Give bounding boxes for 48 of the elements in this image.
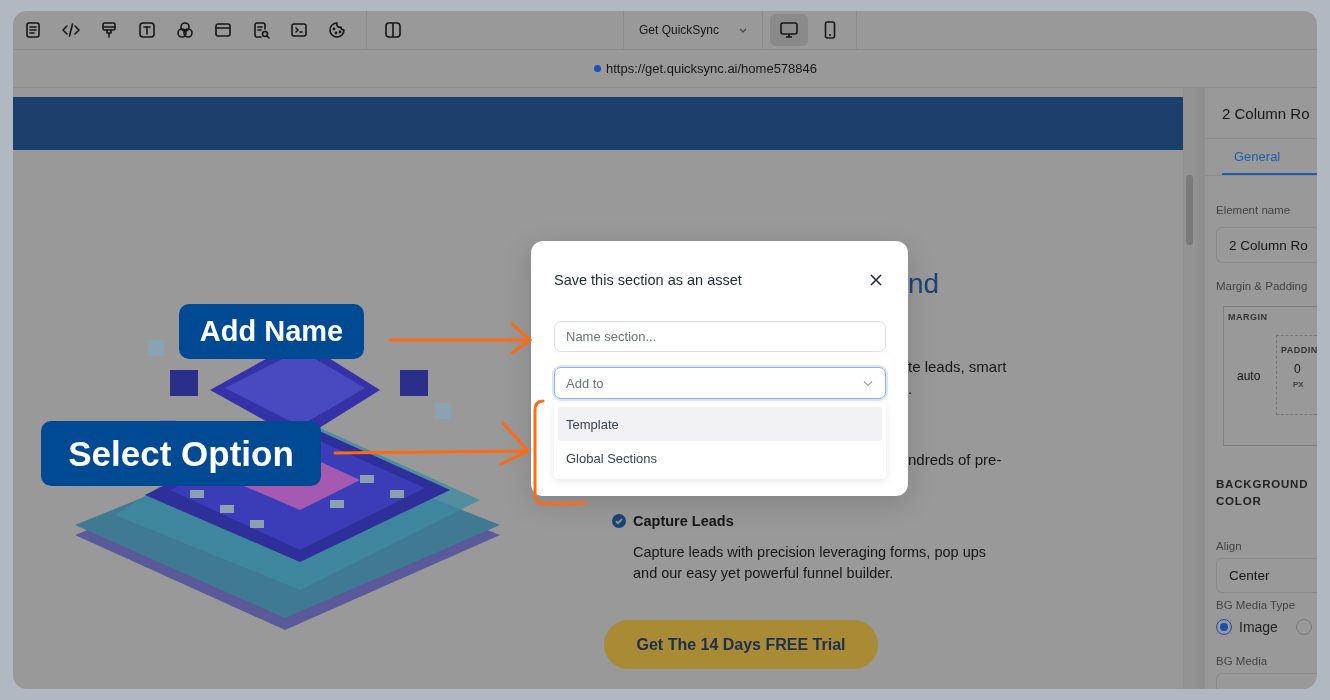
body-text: ndreds of pre- (908, 450, 1003, 470)
margin-value: auto (1237, 369, 1261, 383)
padding-label: PADDIN (1281, 345, 1317, 355)
dialog-title: Save this section as an asset (554, 272, 742, 288)
dropdown-option[interactable]: Template (558, 407, 882, 441)
file-search-icon[interactable] (251, 20, 271, 40)
code-icon[interactable] (61, 20, 81, 40)
callout-label: Select Option (41, 421, 321, 486)
padding-box[interactable]: PADDIN 0 PX (1276, 335, 1317, 415)
field-label: Margin & Padding (1216, 279, 1309, 293)
input-field[interactable] (1216, 673, 1317, 689)
scrollbar-thumb[interactable] (1186, 175, 1193, 245)
document-icon[interactable] (23, 20, 43, 40)
page-url: https://get.quicksync.ai/home578846 (606, 61, 818, 76)
columns-icon[interactable] (383, 20, 403, 40)
window-icon[interactable] (213, 20, 233, 40)
add-to-select[interactable]: Add to (554, 367, 886, 399)
padding-unit: PX (1293, 380, 1304, 389)
text-icon[interactable] (137, 20, 157, 40)
padding-value: 0 (1294, 362, 1301, 376)
field-label: Align (1216, 539, 1243, 553)
feature-text: Capture leads with precision leveraging forms, pop ups and our easy yet powerful funnel builder. (633, 543, 988, 583)
body-text: . (908, 379, 914, 399)
status-dot (594, 65, 601, 72)
cookie-icon[interactable] (327, 20, 347, 40)
callout-label: Add Name (179, 304, 364, 359)
input-field[interactable]: 2 Column Ro (1216, 227, 1317, 263)
circles-icon[interactable] (175, 20, 195, 40)
site-select[interactable]: Get QuickSync (624, 11, 762, 50)
field-label: Element name (1216, 203, 1292, 217)
select-field[interactable]: Center (1216, 558, 1317, 593)
field-label: BG Media (1216, 654, 1269, 668)
monitor-icon (779, 20, 799, 40)
radio-button[interactable]: Image (1216, 619, 1278, 635)
brush-icon[interactable] (99, 20, 119, 40)
feature-title: Capture Leads (633, 512, 734, 531)
margin-label: MARGIN (1228, 312, 1268, 322)
section-heading: BACKGROUND COLOR (1216, 477, 1310, 509)
check-icon (612, 514, 626, 528)
desktop-view-button[interactable] (770, 14, 808, 46)
body-text: te leads, smart (908, 357, 1007, 377)
trial-button[interactable]: Get The 14 Days FREE Trial (604, 620, 878, 669)
heading-text: nd (908, 267, 941, 301)
terminal-icon[interactable] (289, 20, 309, 40)
margin-box[interactable]: MARGIN auto PADDIN 0 PX (1223, 306, 1317, 446)
panel-title: 2 Column Ro (1205, 88, 1317, 139)
name-input-field[interactable]: Name section... (554, 321, 886, 352)
field-label: BG Media Type (1216, 598, 1297, 612)
